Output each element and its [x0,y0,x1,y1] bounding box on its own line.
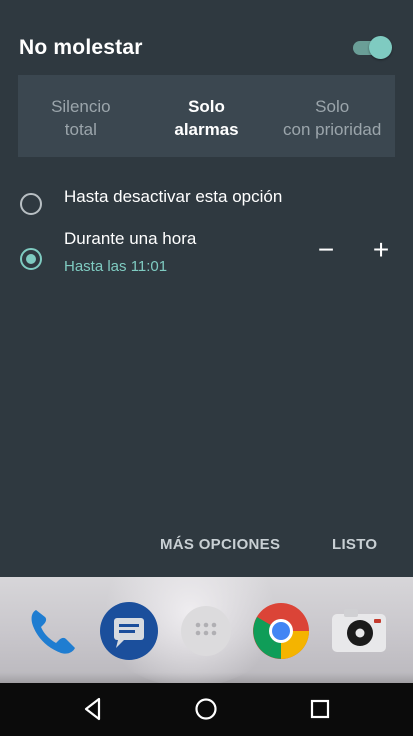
increase-button[interactable]: + [366,235,396,265]
more-options-button[interactable]: MÁS OPCIONES [160,536,280,553]
phone-icon[interactable] [24,602,82,660]
option-until-off-label: Hasta desactivar esta opción [64,187,283,206]
toggle-thumb [369,36,392,59]
option-one-hour[interactable]: Durante una hora Hasta las 11:01 − + [0,222,413,282]
radio-until-off[interactable] [20,193,42,215]
dnd-toggle[interactable] [353,35,392,61]
back-icon[interactable] [79,695,107,723]
panel-title: No molestar [19,36,143,59]
tab-alarms-only[interactable]: Solo alarmas [144,75,270,157]
home-icon[interactable] [192,695,220,723]
option-until-off[interactable]: Hasta desactivar esta opción [0,180,413,220]
option-one-hour-label: Durante una hora [64,229,197,248]
mode-tabs: Silencio total Solo alarmas Solo con pri… [18,75,395,157]
radio-one-hour[interactable] [20,248,42,270]
app-drawer-icon[interactable] [177,602,235,660]
tab-priority-only[interactable]: Solo con prioridad [269,75,395,157]
navigation-bar [0,683,413,736]
camera-icon[interactable] [330,602,388,660]
do-not-disturb-panel: No molestar Silencio total Solo alarmas … [0,0,413,577]
option-one-hour-until: Hasta las 11:01 [64,258,168,275]
recents-icon[interactable] [306,695,334,723]
decrease-button[interactable]: − [311,235,341,265]
chrome-icon[interactable] [252,602,310,660]
done-button[interactable]: LISTO [332,536,377,553]
tab-total-silence[interactable]: Silencio total [18,75,144,157]
messages-icon[interactable] [100,602,158,660]
